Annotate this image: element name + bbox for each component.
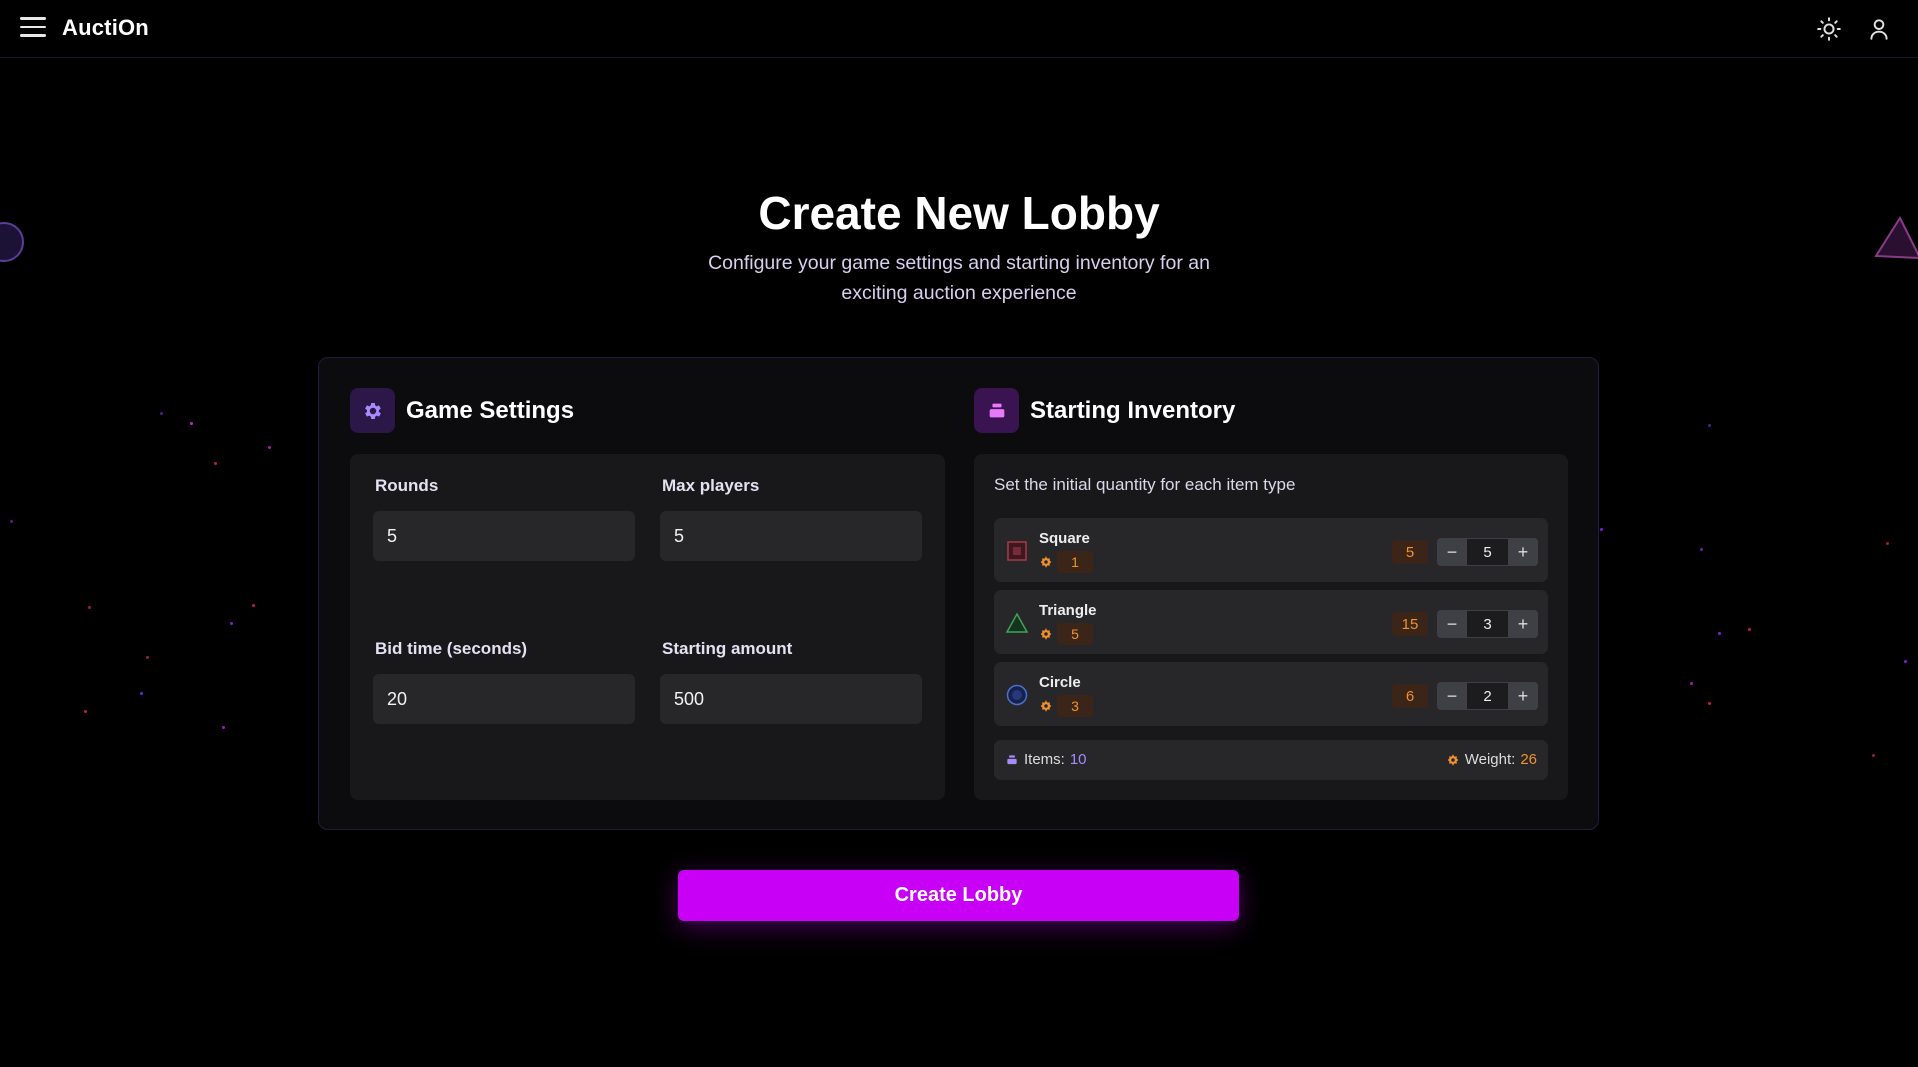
- background-star: [84, 710, 87, 713]
- background-star: [1748, 628, 1751, 631]
- weight-icon: [1040, 700, 1052, 712]
- quantity-value[interactable]: 5: [1467, 538, 1508, 566]
- background-star: [160, 412, 163, 415]
- item-name: Circle: [1039, 674, 1081, 691]
- inventory-caption: Set the initial quantity for each item t…: [994, 475, 1296, 494]
- weight-label: Weight:: [1464, 751, 1516, 768]
- circle-icon: [1006, 684, 1028, 706]
- create-lobby-button[interactable]: Create Lobby: [678, 870, 1239, 921]
- starting-amount-input[interactable]: [660, 674, 922, 724]
- inventory-item-circle: Circle 3 6 − 2 +: [994, 662, 1548, 726]
- item-weight: 1: [1039, 551, 1095, 573]
- background-star: [190, 422, 193, 425]
- background-star: [1708, 424, 1711, 427]
- starting-inventory-header: Starting Inventory: [974, 388, 1235, 433]
- background-star: [1904, 660, 1907, 663]
- bid-time-input[interactable]: [373, 674, 635, 724]
- background-star: [10, 520, 13, 523]
- increment-button[interactable]: +: [1508, 538, 1538, 566]
- sun-icon[interactable]: [1816, 16, 1842, 42]
- weight-badge: 5: [1057, 623, 1093, 645]
- rounds-input[interactable]: [373, 511, 635, 561]
- max-players-input[interactable]: [660, 511, 922, 561]
- stack-icon: [974, 388, 1019, 433]
- background-star: [140, 692, 143, 695]
- item-weight: 5: [1039, 623, 1095, 645]
- decrement-button[interactable]: −: [1437, 682, 1467, 710]
- weight-icon: [1447, 753, 1458, 766]
- item-total-weight: 5: [1392, 540, 1428, 564]
- triangle-icon: [1006, 612, 1028, 633]
- item-total-weight: 6: [1392, 684, 1428, 708]
- inventory-summary: Items: 10 Weight: 26: [994, 740, 1548, 780]
- page-subtitle: Configure your game settings and startin…: [708, 252, 1210, 304]
- weight-icon: [1040, 556, 1052, 568]
- game-settings-panel: Rounds Max players Bid time (seconds) St…: [350, 454, 945, 800]
- quantity-stepper: − 3 +: [1437, 610, 1538, 638]
- decrement-button[interactable]: −: [1437, 538, 1467, 566]
- item-total-weight: 15: [1392, 612, 1428, 636]
- rounds-label: Rounds: [375, 476, 439, 495]
- item-weight: 3: [1039, 695, 1095, 717]
- starting-inventory-panel: Set the initial quantity for each item t…: [974, 454, 1568, 800]
- item-name: Triangle: [1039, 602, 1097, 619]
- background-star: [146, 656, 149, 659]
- hamburger-menu-icon[interactable]: [20, 17, 46, 39]
- stack-icon: [1007, 754, 1017, 764]
- game-settings-title: Game Settings: [406, 396, 575, 424]
- quantity-stepper: − 5 +: [1437, 538, 1538, 566]
- background-star: [214, 462, 217, 465]
- top-bar: AuctiOn: [0, 0, 1918, 58]
- weight-badge: 3: [1057, 695, 1093, 717]
- quantity-value[interactable]: 2: [1467, 682, 1508, 710]
- items-label: Items:: [1024, 751, 1065, 768]
- background-star: [88, 606, 91, 609]
- items-total: Items: 10: [1005, 751, 1087, 768]
- item-name: Square: [1039, 530, 1090, 547]
- background-star: [252, 604, 255, 607]
- user-icon[interactable]: [1866, 16, 1892, 42]
- weight-total: Weight: 26: [1446, 751, 1537, 768]
- background-star: [1708, 702, 1711, 705]
- background-star: [1690, 682, 1693, 685]
- weight-badge: 1: [1057, 551, 1093, 573]
- background-star: [1886, 542, 1889, 545]
- quantity-value[interactable]: 3: [1467, 610, 1508, 638]
- background-star: [268, 446, 271, 449]
- lobby-config-card: Game Settings Rounds Max players Bid tim…: [318, 357, 1599, 830]
- background-star: [1718, 632, 1721, 635]
- background-star: [1600, 528, 1603, 531]
- page-title: Create New Lobby: [758, 187, 1160, 239]
- square-icon: [1007, 541, 1027, 561]
- increment-button[interactable]: +: [1508, 610, 1538, 638]
- decrement-button[interactable]: −: [1437, 610, 1467, 638]
- bid-time-label: Bid time (seconds): [375, 639, 528, 658]
- app-brand[interactable]: AuctiOn: [62, 15, 149, 41]
- background-star: [222, 726, 225, 729]
- quantity-stepper: − 2 +: [1437, 682, 1538, 710]
- inventory-item-square: Square 1 5 − 5 +: [994, 518, 1548, 582]
- game-settings-header: Game Settings: [350, 388, 574, 433]
- starting-inventory-title: Starting Inventory: [1030, 396, 1236, 424]
- max-players-label: Max players: [662, 476, 760, 495]
- background-star: [1872, 754, 1875, 757]
- increment-button[interactable]: +: [1508, 682, 1538, 710]
- gear-icon: [350, 388, 395, 433]
- inventory-item-triangle: Triangle 5 15 − 3 +: [994, 590, 1548, 654]
- starting-amount-label: Starting amount: [662, 639, 793, 658]
- weight-icon: [1040, 628, 1052, 640]
- background-star: [230, 622, 233, 625]
- weight-value: 26: [1520, 751, 1537, 768]
- background-star: [1700, 548, 1703, 551]
- items-value: 10: [1069, 751, 1087, 768]
